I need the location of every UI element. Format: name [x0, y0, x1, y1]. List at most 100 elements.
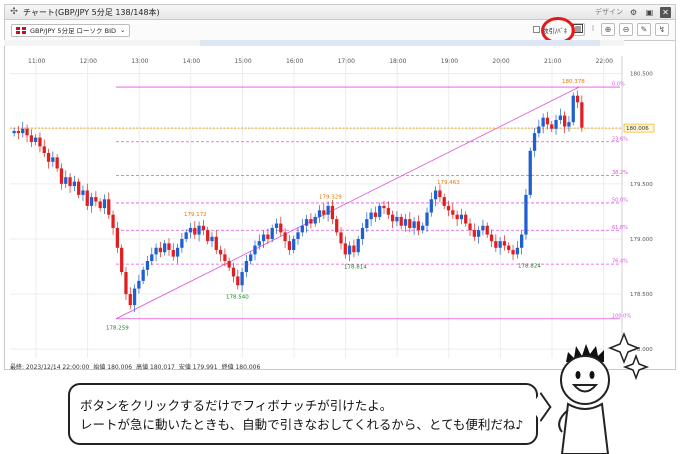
- checkbox-box[interactable]: [533, 26, 541, 33]
- ohlc-status: 最終: 2023/12/14 22:00:00 始値 180.006 高値 18…: [10, 362, 260, 371]
- candle-body: [304, 219, 309, 226]
- candle-body: [446, 205, 451, 211]
- candle-body: [171, 249, 175, 257]
- candle-body: [429, 199, 433, 213]
- candle-body: [494, 241, 498, 248]
- price-annotation: 178.824: [518, 263, 541, 269]
- pen-button[interactable]: ✎: [637, 23, 651, 36]
- candle-body: [128, 294, 132, 306]
- app-root: ✣ チャート(GBP/JPY 5分足 138/148本) デザイン ⚙ ▣ ✕ …: [0, 0, 680, 454]
- draw-tool-button[interactable]: ↯: [655, 23, 669, 36]
- candle-body: [567, 122, 571, 127]
- candle-body: [81, 190, 85, 195]
- y-tick-label: 179.000: [630, 237, 653, 243]
- price-annotation: 179.463: [437, 180, 460, 186]
- window-titlebar: ✣ チャート(GBP/JPY 5分足 138/148本) デザイン ⚙ ▣ ✕: [4, 4, 676, 20]
- candle-body: [352, 245, 356, 253]
- candle-body: [72, 181, 76, 187]
- symbol-select[interactable]: GBP/JPY 5分足 ローソク BID ⌄: [11, 23, 131, 37]
- candle-body: [360, 227, 365, 239]
- menu-button[interactable]: ⁝: [589, 23, 597, 36]
- price-annotation: 178.814: [344, 264, 367, 270]
- candle-body: [223, 254, 227, 262]
- candle-body: [25, 128, 29, 136]
- candle-body: [231, 267, 236, 277]
- fib-level-label: 76.4%: [612, 259, 628, 265]
- candlestick-chart[interactable]: 11:00 12:00 13:00 14:00 15:00 16:00 17:00 18:00…: [4, 40, 676, 362]
- gear-icon[interactable]: ⚙: [628, 7, 639, 18]
- close-icon[interactable]: ✕: [660, 6, 671, 18]
- candle-body: [563, 115, 567, 127]
- candle-body: [468, 223, 472, 231]
- x-tick-label: 19:00: [441, 58, 458, 65]
- candle-body: [270, 227, 274, 239]
- candle-body: [433, 190, 438, 200]
- candle-body: [141, 269, 145, 281]
- move-icon[interactable]: ✣: [9, 7, 19, 17]
- candle-body: [257, 241, 261, 246]
- candle-body: [476, 230, 481, 237]
- candle-body: [541, 117, 545, 127]
- candle-body: [317, 210, 322, 217]
- candle-body: [545, 117, 550, 125]
- candle-body: [399, 216, 403, 226]
- zoom-out-button[interactable]: ⊖: [619, 23, 633, 36]
- candle-body: [438, 190, 442, 198]
- price-annotation: 179.329: [319, 195, 342, 201]
- candle-body: [369, 212, 373, 220]
- candle-body: [537, 126, 541, 134]
- candle-body: [378, 205, 382, 217]
- candle-body: [507, 245, 511, 250]
- current-price-label: 180.006: [626, 126, 649, 132]
- candle-body: [451, 210, 455, 215]
- candle-body: [180, 238, 184, 248]
- candle-body: [210, 236, 214, 242]
- window-icon[interactable]: ▣: [644, 7, 655, 18]
- mascot-eye-right: [589, 371, 595, 379]
- draw-tool-icon: ↯: [658, 25, 666, 34]
- zoom-in-icon: ⊕: [604, 25, 612, 34]
- candle-body: [532, 133, 537, 151]
- candle-body: [244, 261, 249, 273]
- fib-level-label: 100.0%: [612, 313, 631, 319]
- design-link[interactable]: デザイン: [595, 7, 623, 17]
- y-tick-label: 178.500: [630, 292, 653, 298]
- candle-body: [489, 234, 494, 242]
- candle-body: [102, 199, 107, 209]
- candle-body: [120, 247, 124, 273]
- candle-body: [12, 130, 16, 134]
- candle-body: [283, 232, 287, 242]
- status-datetime: 最終: 2023/12/14 22:00:00: [10, 364, 90, 371]
- candle-body: [395, 216, 399, 222]
- speech-bubble-text: ボタンをクリックするだけでフィボナッチが引けたよ。 レートが急に動いたときも、自…: [80, 396, 523, 434]
- candle-body: [240, 272, 244, 286]
- candle-body: [502, 241, 507, 246]
- candle-body: [163, 243, 167, 253]
- candle-body: [55, 157, 59, 169]
- status-high: 高値 180.017: [136, 364, 175, 371]
- candle-body: [313, 216, 317, 224]
- candle-body: [408, 219, 412, 228]
- mascot-eye-left: [575, 371, 581, 379]
- candle-body: [515, 247, 519, 255]
- y-tick-label: 180.500: [630, 72, 653, 78]
- x-tick-label: 22:00: [596, 58, 613, 65]
- zoom-in-button[interactable]: ⊕: [601, 23, 615, 36]
- candle-body: [300, 225, 304, 233]
- window-title: チャート(GBP/JPY 5分足 138/148本): [23, 7, 160, 17]
- symbol-select-label: GBP/JPY 5分足 ローソク BID: [30, 27, 116, 35]
- sparkle-icon: [607, 332, 641, 365]
- candle-body: [124, 272, 128, 295]
- candle-body: [425, 212, 429, 226]
- candle-body: [150, 254, 154, 262]
- price-annotation: 178.259: [106, 326, 129, 332]
- candle-body: [382, 205, 386, 209]
- x-tick-label: 13:00: [131, 58, 148, 65]
- overview-window[interactable]: [200, 40, 600, 46]
- fib-level-label: 50.0%: [612, 197, 628, 203]
- candle-body: [511, 249, 515, 255]
- status-low: 安値 179.991: [178, 364, 218, 371]
- candle-body: [253, 245, 257, 255]
- candle-body: [21, 128, 25, 134]
- price-annotation: 178.540: [226, 295, 249, 301]
